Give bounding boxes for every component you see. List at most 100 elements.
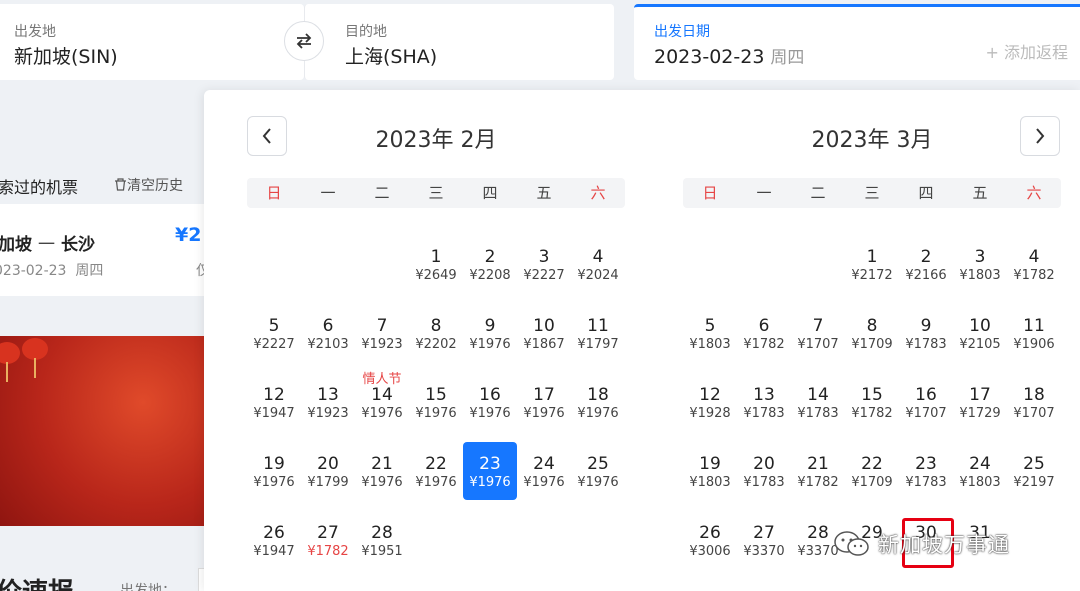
clear-history-button[interactable]: 清空历史 [114, 175, 183, 195]
calendar-day[interactable]: 5 ¥2227 [247, 304, 301, 362]
weekday-wed: 三 [428, 184, 444, 202]
calendar-day[interactable]: 19 ¥1803 [683, 442, 737, 500]
calendar-day[interactable]: 12 ¥1947 [247, 373, 301, 431]
swap-button[interactable] [284, 21, 324, 61]
calendar-day[interactable]: 16 ¥1707 [899, 373, 953, 431]
day-price: ¥1729 [959, 406, 1001, 421]
day-price: ¥2172 [851, 268, 893, 283]
calendar-day[interactable]: 19 ¥1976 [247, 442, 301, 500]
day-number: 9 [920, 316, 932, 336]
day-number: 28 [371, 523, 393, 543]
calendar-day[interactable]: 15 ¥1976 [409, 373, 463, 431]
calendar-day[interactable]: 13 ¥1923 [301, 373, 355, 431]
calendar-day[interactable]: 9 ¥1976 [463, 304, 517, 362]
day-number: 17 [969, 385, 991, 405]
calendar-day[interactable]: 22 ¥1709 [845, 442, 899, 500]
day-price: ¥1947 [253, 406, 295, 421]
calendar-day[interactable]: 6 ¥2103 [301, 304, 355, 362]
add-return-button[interactable]: + 添加返程 [986, 39, 1069, 63]
destination-field[interactable]: 目的地 上海(SHA) [304, 4, 614, 80]
calendar-day[interactable]: 15 ¥1782 [845, 373, 899, 431]
day-price: ¥2208 [469, 268, 511, 283]
calendar-day[interactable]: 22 ¥1976 [409, 442, 463, 500]
departure-date-value[interactable]: 2023-02-23 周四 [654, 43, 804, 68]
origin-value[interactable]: 新加坡(SIN) [14, 42, 118, 69]
day-price: ¥2202 [415, 337, 457, 352]
wechat-watermark: 新加坡万事通 [832, 526, 1010, 562]
date-text: 2023-02-23 [654, 46, 765, 68]
departure-date-field[interactable]: 出发日期 2023-02-23 周四 + 添加返程 [634, 4, 1080, 80]
calendar-day[interactable]: 12 ¥1928 [683, 373, 737, 431]
calendar-day[interactable]: 7 ¥1923 [355, 304, 409, 362]
flight-search-page: 出发地 新加坡(SIN) 目的地 上海(SHA) 出发日期 2023-02-23… [0, 0, 1080, 591]
day-price: ¥1803 [959, 475, 1001, 490]
day-number: 23 [915, 454, 937, 474]
calendar-day[interactable]: 5 ¥1803 [683, 304, 737, 362]
calendar-day[interactable]: 1 ¥2172 [845, 235, 899, 293]
calendar-day[interactable]: 16 ¥1976 [463, 373, 517, 431]
calendar-day[interactable]: 3 ¥1803 [953, 235, 1007, 293]
day-price: ¥1803 [959, 268, 1001, 283]
day-number: 24 [533, 454, 555, 474]
calendar-day[interactable]: 4 ¥2024 [571, 235, 625, 293]
calendar-day[interactable]: 23 ¥1976 [463, 442, 517, 500]
calendar-day[interactable]: 24 ¥1803 [953, 442, 1007, 500]
calendar-day[interactable]: 26 ¥3006 [683, 511, 737, 569]
origin-field[interactable]: 出发地 新加坡(SIN) [0, 4, 304, 80]
calendar-day[interactable]: 26 ¥1947 [247, 511, 301, 569]
weekday-sun: 日 [702, 184, 718, 202]
calendar-day[interactable]: 17 ¥1729 [953, 373, 1007, 431]
calendar-day[interactable]: 28 ¥1951 [355, 511, 409, 569]
destination-value[interactable]: 上海(SHA) [345, 42, 437, 69]
calendar-day[interactable]: 27 ¥3370 [737, 511, 791, 569]
calendar-day[interactable]: 17 ¥1976 [517, 373, 571, 431]
calendar-day[interactable]: 8 ¥1709 [845, 304, 899, 362]
calendar-day[interactable]: 18 ¥1707 [1007, 373, 1061, 431]
calendar-day[interactable]: 10 ¥1867 [517, 304, 571, 362]
calendar-day[interactable]: 25 ¥1976 [571, 442, 625, 500]
day-price: ¥2166 [905, 268, 947, 283]
calendar-day[interactable]: 4 ¥1782 [1007, 235, 1061, 293]
calendar-day[interactable]: 23 ¥1783 [899, 442, 953, 500]
day-price: ¥1782 [797, 475, 839, 490]
search-history-title: 索过的机票 [0, 178, 79, 197]
history-item[interactable]: 加坡一长沙 ¥2 023-02-23 周四 仅 [0, 204, 210, 296]
day-price: ¥1783 [743, 475, 785, 490]
day-price: ¥1976 [469, 406, 511, 421]
calendar-day[interactable]: 13 ¥1783 [737, 373, 791, 431]
calendar-day[interactable]: 2 ¥2208 [463, 235, 517, 293]
weekday-header: 日 一 二 三 四 五 六 [683, 178, 1061, 208]
calendar-day[interactable]: 11 ¥1797 [571, 304, 625, 362]
destination-label: 目的地 [345, 24, 387, 40]
calendar-day[interactable]: 21 ¥1976 [355, 442, 409, 500]
calendar-day[interactable]: 7 ¥1707 [791, 304, 845, 362]
calendar-day[interactable]: 20 ¥1799 [301, 442, 355, 500]
calendar-day[interactable]: 27 ¥1782 [301, 511, 355, 569]
day-number: 19 [263, 454, 285, 474]
calendar-day[interactable]: 21 ¥1782 [791, 442, 845, 500]
day-number: 1 [866, 247, 878, 267]
calendar-day[interactable]: 8 ¥2202 [409, 304, 463, 362]
calendar-day[interactable]: 3 ¥2227 [517, 235, 571, 293]
calendar-day[interactable]: 14 ¥1783 [791, 373, 845, 431]
calendar-day[interactable]: 20 ¥1783 [737, 442, 791, 500]
calendar-day[interactable]: 2 ¥2166 [899, 235, 953, 293]
calendar-day[interactable]: 11 ¥1906 [1007, 304, 1061, 362]
day-number: 2 [920, 247, 932, 267]
calendar-day[interactable]: 6 ¥1782 [737, 304, 791, 362]
calendar-day[interactable]: 24 ¥1976 [517, 442, 571, 500]
calendar-day[interactable]: 18 ¥1976 [571, 373, 625, 431]
calendar-day[interactable]: 9 ¥1783 [899, 304, 953, 362]
day-number: 16 [915, 385, 937, 405]
promo-banner[interactable] [0, 336, 204, 526]
day-number: 11 [587, 316, 609, 336]
calendar-day[interactable]: 情人节 14 ¥1976 [355, 372, 409, 431]
weekday-tue: 二 [374, 184, 390, 202]
day-number: 11 [1023, 316, 1045, 336]
day-number: 3 [538, 247, 550, 267]
calendar-day[interactable]: 25 ¥2197 [1007, 442, 1061, 500]
calendar-day[interactable]: 10 ¥2105 [953, 304, 1007, 362]
day-price: ¥1923 [361, 337, 403, 352]
calendar-day[interactable]: 1 ¥2649 [409, 235, 463, 293]
history-route: 加坡一长沙 [0, 230, 95, 255]
